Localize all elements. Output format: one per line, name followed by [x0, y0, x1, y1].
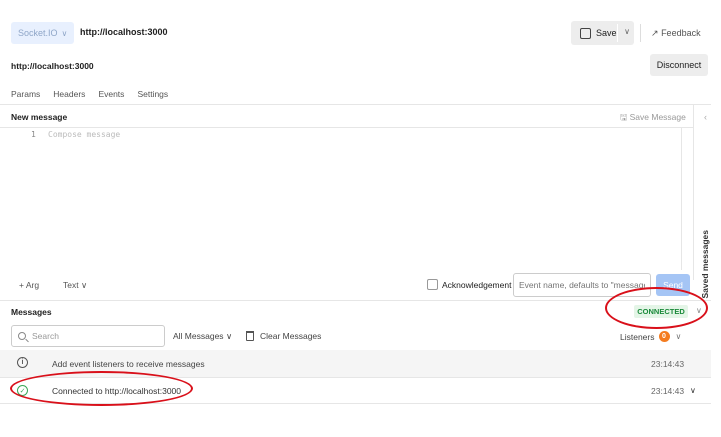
trash-icon: [246, 331, 254, 341]
chevron-down-icon[interactable]: ∨: [690, 386, 696, 395]
clear-messages-button[interactable]: Clear Messages: [246, 331, 321, 341]
event-name-input[interactable]: [513, 273, 651, 297]
tab-headers[interactable]: Headers: [53, 89, 85, 99]
chevron-down-icon[interactable]: ∨: [624, 27, 630, 36]
status-badge: CONNECTED: [634, 305, 688, 318]
editor-scrollbar[interactable]: [681, 127, 682, 270]
panel-divider: [693, 104, 694, 280]
message-text: Add event listeners to receive messages: [52, 359, 205, 369]
save-message-label: Save Message: [629, 112, 686, 122]
info-icon: i: [17, 357, 28, 368]
divider: [0, 104, 711, 105]
save-message-button[interactable]: 🖫 Save Message: [620, 112, 686, 126]
protocol-select[interactable]: Socket.IO ∨: [11, 22, 74, 44]
request-tabs: Params Headers Events Settings: [11, 89, 168, 99]
new-message-title: New message: [11, 112, 68, 122]
divider: [0, 300, 711, 301]
format-label: Text: [63, 280, 79, 290]
chevron-down-icon: ∨: [675, 332, 682, 341]
tab-params[interactable]: Params: [11, 89, 40, 99]
acknowledgement-checkbox[interactable]: [427, 279, 438, 290]
save-icon: [580, 27, 591, 39]
filter-label: All Messages: [173, 331, 224, 341]
tab-settings[interactable]: Settings: [137, 89, 168, 99]
disconnect-button[interactable]: Disconnect: [650, 54, 708, 76]
chevron-down-icon: ∨: [225, 331, 233, 341]
save-icon: 🖫: [620, 112, 628, 122]
listeners-count-badge: 0: [658, 331, 670, 342]
message-filter-select[interactable]: All Messages ∨: [173, 331, 232, 342]
format-select[interactable]: Text ∨: [63, 280, 87, 291]
line-number: 1: [31, 130, 36, 139]
message-time: 23:14:43: [651, 359, 685, 369]
chevron-down-icon: ∨: [61, 28, 68, 38]
search-input[interactable]: Search: [11, 325, 165, 347]
save-label: Save: [596, 28, 617, 38]
saved-messages-tab[interactable]: Saved messages: [700, 230, 710, 299]
protocol-label: Socket.IO: [18, 28, 58, 38]
feedback-label: Feedback: [661, 28, 701, 38]
save-divider: [617, 24, 618, 42]
chevron-down-icon: ∨: [80, 280, 88, 290]
request-title: http://localhost:3000: [80, 27, 168, 37]
header-divider: [640, 24, 641, 42]
url-input[interactable]: http://localhost:3000: [11, 61, 94, 71]
listeners-label: Listeners: [620, 331, 655, 342]
check-circle-icon: ✓: [17, 385, 28, 396]
message-text: Connected to http://localhost:3000: [52, 386, 182, 396]
messages-title: Messages: [11, 307, 52, 317]
chevron-down-icon[interactable]: ∨: [696, 306, 702, 315]
message-editor[interactable]: Compose message: [48, 130, 120, 139]
send-button[interactable]: Send: [656, 274, 690, 296]
acknowledgement-label: Acknowledgement: [442, 280, 512, 290]
chevron-left-icon[interactable]: ‹: [704, 112, 707, 122]
listeners-button[interactable]: Listeners 0 ∨: [620, 331, 681, 342]
save-button[interactable]: Save ∨: [571, 21, 634, 45]
feedback-link[interactable]: ↗ Feedback: [651, 28, 701, 39]
clear-label: Clear Messages: [260, 331, 322, 341]
arrow-up-right-icon: ↗: [651, 28, 659, 38]
divider: [0, 127, 693, 128]
add-arg-button[interactable]: + Arg: [19, 280, 39, 290]
search-placeholder: Search: [32, 331, 59, 341]
tab-events[interactable]: Events: [98, 89, 124, 99]
search-icon: [18, 332, 26, 340]
message-time: 23:14:43: [651, 386, 685, 396]
